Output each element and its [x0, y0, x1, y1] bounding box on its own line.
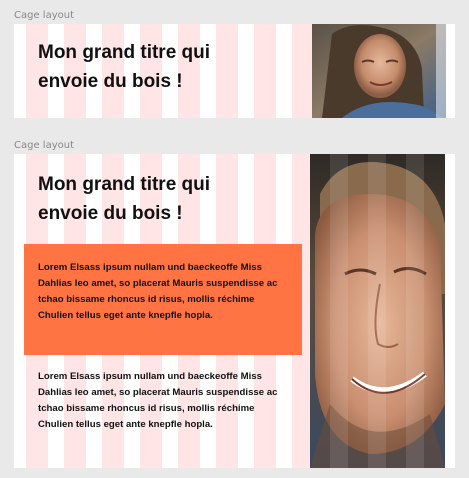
page-title: Mon grand titre qui envoie du bois ! — [38, 42, 211, 93]
frame-label[interactable]: Cage layout — [14, 140, 74, 151]
body-paragraph: Lorem Elsass ipsum nullam und baeckeoffe… — [38, 371, 278, 430]
cage-layout-frame-large[interactable]: Mon grand titre qui envoie du bois ! Lor… — [14, 154, 455, 468]
cage-layout-frame-small[interactable]: Mon grand titre qui envoie du bois ! — [14, 24, 455, 118]
page-title: Mon grand titre qui envoie du bois ! — [38, 174, 211, 225]
grid-column — [292, 24, 314, 118]
portrait-image — [312, 24, 446, 118]
highlight-paragraph: Lorem Elsass ipsum nullam und baeckeoffe… — [38, 262, 278, 321]
portrait-image — [310, 154, 445, 468]
frame-label[interactable]: Cage layout — [14, 10, 74, 21]
